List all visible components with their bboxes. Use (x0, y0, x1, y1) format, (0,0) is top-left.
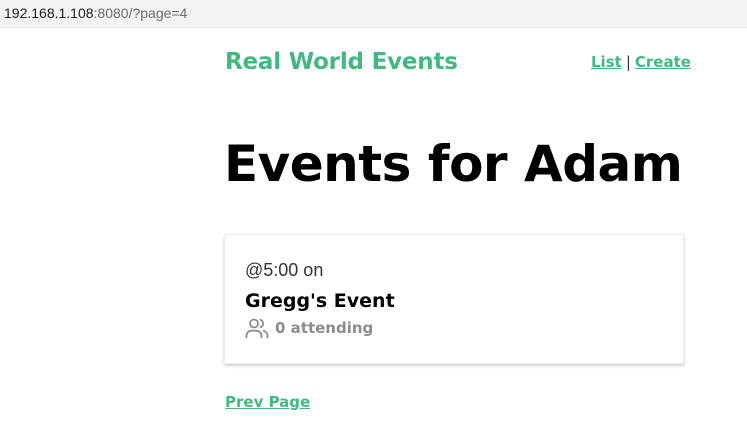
attending-count: 0 attending (275, 319, 374, 337)
event-attendance: 0 attending (245, 317, 373, 339)
brand-title: Real World Events (225, 49, 458, 75)
url-host: 192.168.1.108 (4, 5, 94, 21)
nav-create-link[interactable]: Create (635, 53, 691, 71)
nav-list-link[interactable]: List (591, 53, 622, 71)
prev-page-link[interactable]: Prev Page (225, 392, 310, 412)
browser-address-bar[interactable]: 192.168.1.108:8080/?page=4 (0, 0, 747, 28)
event-title: Gregg's Event (245, 290, 395, 312)
event-time: @5:00 on (245, 260, 324, 280)
main-nav: List | Create (591, 52, 691, 72)
url-rest: :8080/?page=4 (93, 5, 188, 21)
url-text[interactable]: 192.168.1.108:8080/?page=4 (4, 5, 187, 21)
event-card[interactable]: @5:00 on Gregg's Event 0 attending (224, 234, 684, 364)
page-title: Events for Adam (224, 135, 683, 193)
nav-separator: | (625, 53, 631, 71)
users-icon (245, 317, 269, 339)
